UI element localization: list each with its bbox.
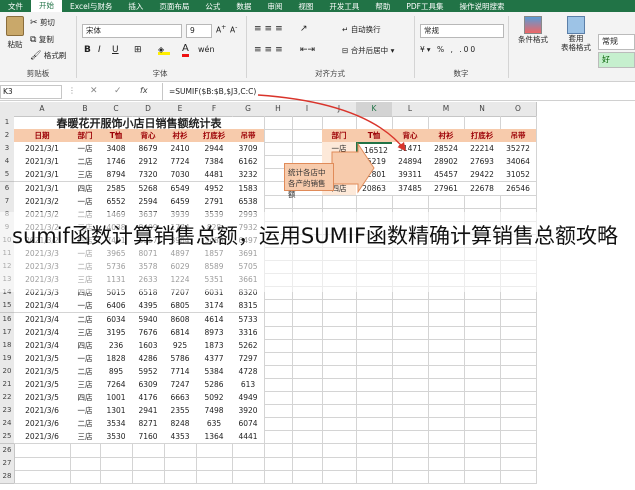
caption-text: sumif函数计算销售总额，运用SUMIF函数精确计算销售总额攻略: [12, 224, 619, 248]
note-box: 统计各店中各产的销售额: [284, 163, 334, 199]
formula-arrow: [257, 94, 406, 152]
summary-arrow: [331, 142, 375, 194]
